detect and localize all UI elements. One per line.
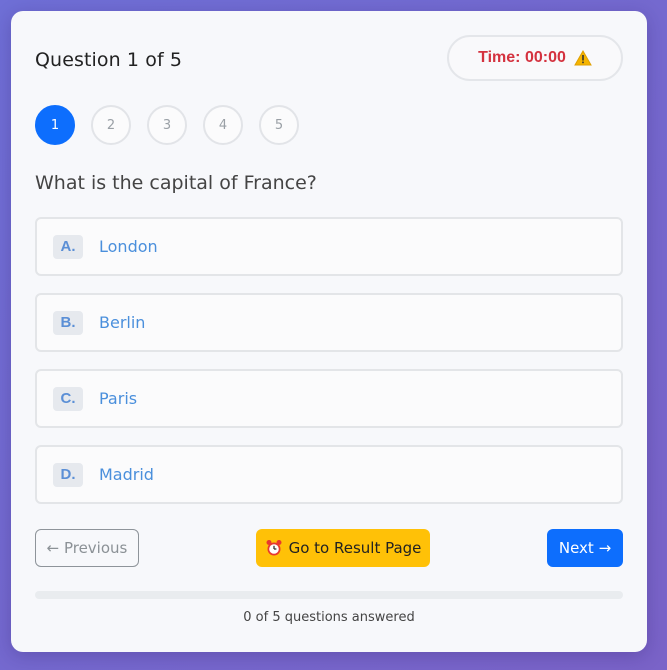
option-letter: D. xyxy=(53,462,83,487)
step-3[interactable]: 3 xyxy=(147,105,187,145)
option-d[interactable]: D. Madrid xyxy=(35,445,623,504)
progress-text: 0 of 5 questions answered xyxy=(243,610,415,625)
step-5[interactable]: 5 xyxy=(259,105,299,145)
option-label: Paris xyxy=(99,389,138,408)
timer-text: Time: 00:00 xyxy=(478,49,566,66)
option-b[interactable]: B. Berlin xyxy=(35,293,623,352)
option-letter: A. xyxy=(53,234,83,259)
warning-icon xyxy=(574,49,592,66)
question-steps: 1 2 3 4 5 xyxy=(35,105,299,145)
progress-bar xyxy=(35,591,623,599)
option-c[interactable]: C. Paris xyxy=(35,369,623,428)
next-button[interactable]: Next → xyxy=(547,529,623,567)
go-to-result-button[interactable]: Go to Result Page xyxy=(256,529,430,567)
question-counter: Question 1 of 5 xyxy=(35,49,183,71)
option-a[interactable]: A. London xyxy=(35,217,623,276)
step-4[interactable]: 4 xyxy=(203,105,243,145)
answer-options: A. London B. Berlin C. Paris D. Madrid xyxy=(35,217,623,521)
option-letter: C. xyxy=(53,386,83,411)
step-2[interactable]: 2 xyxy=(91,105,131,145)
timer-badge: Time: 00:00 xyxy=(447,35,623,81)
option-label: Madrid xyxy=(99,465,154,484)
previous-button[interactable]: ← Previous xyxy=(35,529,139,567)
alarm-clock-icon xyxy=(265,539,283,557)
go-to-result-label: Go to Result Page xyxy=(288,539,422,557)
step-1[interactable]: 1 xyxy=(35,105,75,145)
option-letter: B. xyxy=(53,310,83,335)
option-label: Berlin xyxy=(99,313,146,332)
quiz-card: Question 1 of 5 Time: 00:00 1 2 3 4 5 Wh… xyxy=(11,11,647,652)
option-label: London xyxy=(99,237,158,256)
question-text: What is the capital of France? xyxy=(35,172,317,194)
